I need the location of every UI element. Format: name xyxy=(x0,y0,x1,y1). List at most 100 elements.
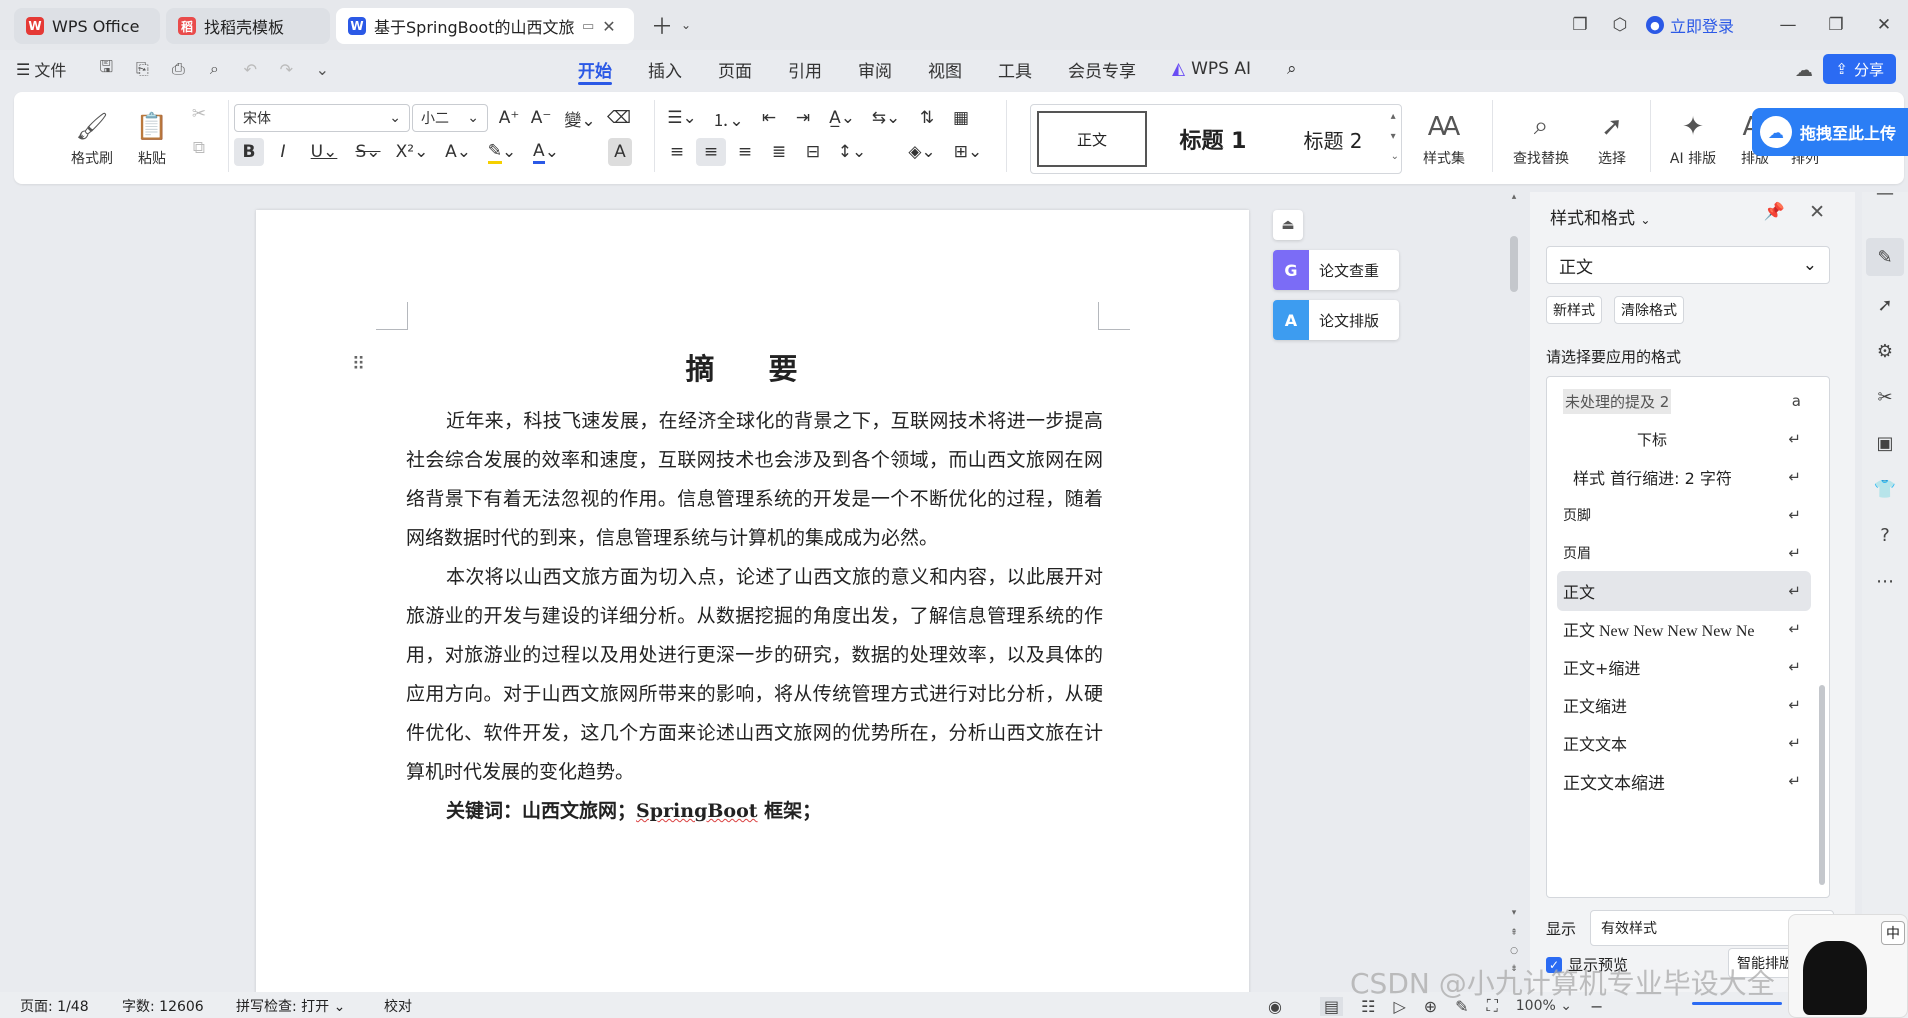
list-item[interactable]: 正文+缩进 ↵ xyxy=(1557,647,1811,687)
cube-icon[interactable]: ⬡ xyxy=(1600,5,1640,45)
close-window-icon[interactable]: ✕ xyxy=(1860,5,1908,45)
align-left-icon[interactable]: ≡ xyxy=(662,138,692,166)
tab-docer-templates[interactable]: 稻 找稻壳模板 xyxy=(166,8,330,44)
list-item[interactable]: 正文 ↵ xyxy=(1557,571,1811,611)
proofread-button[interactable]: 校对 xyxy=(384,996,412,1016)
shading-icon[interactable]: ◈⌄ xyxy=(902,138,942,166)
close-icon[interactable]: ✕ xyxy=(1809,201,1825,223)
prev-page-icon[interactable]: ⇞ xyxy=(1507,928,1521,938)
tab-tools[interactable]: 工具 xyxy=(980,50,1050,88)
italic-icon[interactable]: I xyxy=(268,138,298,166)
print-preview-icon[interactable]: ⌕ xyxy=(198,53,230,85)
list-item[interactable]: 页脚 ↵ xyxy=(1557,495,1811,535)
bullet-list-icon[interactable]: ☰⌄ xyxy=(662,104,702,132)
ime-cat-widget[interactable]: 中 xyxy=(1788,914,1908,1018)
hamburger-icon[interactable]: ☰ xyxy=(16,60,30,79)
list-item[interactable]: 正文文本 ↵ xyxy=(1557,723,1811,763)
style-heading-1[interactable]: 标题 1 xyxy=(1153,111,1273,167)
text-wrap-icon[interactable]: ⇆⌄ xyxy=(866,104,906,132)
panel-title[interactable]: 样式和格式 ⌄ xyxy=(1550,204,1650,229)
drag-upload-button[interactable]: ☁ 拖拽至此上传 xyxy=(1752,108,1908,156)
paper-check-button[interactable]: G 论文查重 xyxy=(1273,250,1399,290)
collapse-eject-icon[interactable]: ⏏ xyxy=(1273,210,1303,240)
justify-icon[interactable]: ≣ xyxy=(764,138,794,166)
new-style-button[interactable]: 新样式 xyxy=(1546,296,1602,324)
highlight-icon[interactable]: ✎ ⌄ xyxy=(482,138,522,166)
login-button[interactable]: ● 立即登录 xyxy=(1645,13,1734,37)
undo-icon[interactable]: ↶ xyxy=(234,53,266,85)
window-layout-icon[interactable]: ❐ xyxy=(1560,5,1600,45)
sort-icon[interactable]: ⇅ xyxy=(912,104,942,132)
close-tab-icon[interactable]: ✕ xyxy=(602,17,615,36)
copy-icon[interactable]: ⧉ xyxy=(184,134,214,162)
decrease-indent-icon[interactable]: ⇤ xyxy=(754,104,784,132)
export-icon[interactable]: ⎘ xyxy=(126,53,158,85)
list-item[interactable]: 样式 首行缩进: 2 字符 ↵ xyxy=(1557,457,1811,497)
image-edit-icon[interactable]: ▣ xyxy=(1866,424,1904,462)
select-browse-icon[interactable]: ○ xyxy=(1507,946,1521,956)
file-menu[interactable]: 文件 xyxy=(34,57,66,81)
tab-member[interactable]: 会员专享 xyxy=(1050,50,1154,88)
document-page[interactable]: ⠿ 摘 要 近年来，科技飞速发展，在经济全球化的背景之下，互联网技术将进一步提高… xyxy=(256,210,1249,1018)
select-cursor-icon[interactable]: ➚ xyxy=(1866,286,1904,324)
eye-protect-icon[interactable]: ◉ xyxy=(1268,997,1282,1016)
text-effect-icon[interactable]: A⌄ xyxy=(438,138,478,166)
scroll-up-icon[interactable]: ▴ xyxy=(1507,192,1521,202)
document-body[interactable]: 近年来，科技飞速发展，在经济全球化的背景之下，互联网技术将进一步提高社会综合发展… xyxy=(406,402,1103,831)
list-item[interactable]: 未处理的提及 2 a xyxy=(1557,381,1811,421)
format-painter-button[interactable]: 🖌 格式刷 xyxy=(64,98,120,174)
font-size-select[interactable]: 小二 ⌄ xyxy=(412,104,488,132)
maximize-icon[interactable]: ❐ xyxy=(1812,5,1860,45)
list-item[interactable]: 正文 New New New New Ne ↵ xyxy=(1557,609,1811,649)
share-button[interactable]: ⇪ 分享 xyxy=(1823,54,1896,84)
style-pen-icon[interactable]: ✎ xyxy=(1866,238,1904,276)
ai-layout-button[interactable]: ✦ AI 排版 xyxy=(1658,98,1728,174)
show-marks-icon[interactable]: ▦ xyxy=(946,104,976,132)
increase-font-icon[interactable]: A⁺ xyxy=(494,104,524,132)
list-item[interactable]: 正文缩进 ↵ xyxy=(1557,685,1811,725)
line-spacing-icon[interactable]: ↕⌄ xyxy=(832,138,872,166)
tab-insert[interactable]: 插入 xyxy=(630,50,700,88)
font-name-select[interactable]: 宋体 ⌄ xyxy=(234,104,410,132)
font-color-icon[interactable]: A ⌄ xyxy=(526,138,566,166)
tab-document[interactable]: W 基于SpringBoot的山西文旅网 ▭ ✕ xyxy=(336,8,634,44)
cut-icon[interactable]: ✂ xyxy=(184,100,214,128)
shirt-icon[interactable]: 👕 xyxy=(1866,470,1904,508)
style-heading-2[interactable]: 标题 2 xyxy=(1277,111,1389,167)
list-item[interactable]: 页眉 ↵ xyxy=(1557,533,1811,573)
ime-mode-indicator[interactable]: 中 xyxy=(1881,921,1905,945)
select-button[interactable]: ➚ 选择 xyxy=(1584,98,1640,174)
redo-icon[interactable]: ↷ xyxy=(270,53,302,85)
align-right-icon[interactable]: ≡ xyxy=(730,138,760,166)
list-item[interactable]: 正文文本缩进 ↵ xyxy=(1557,761,1811,801)
decrease-font-icon[interactable]: A⁻ xyxy=(526,104,556,132)
zoom-slider[interactable] xyxy=(1692,1002,1782,1005)
clear-format-button[interactable]: 清除格式 xyxy=(1614,296,1684,324)
style-set-button[interactable]: Ꜳ 样式集 xyxy=(1412,98,1476,174)
cloud-upload-icon[interactable]: ☁ xyxy=(1790,56,1818,84)
spell-check-toggle[interactable]: 拼写检查: 打开 ⌄ xyxy=(236,996,345,1016)
minimize-icon[interactable]: — xyxy=(1764,5,1812,45)
tab-page[interactable]: 页面 xyxy=(700,50,770,88)
style-normal[interactable]: 正文 xyxy=(1037,111,1147,167)
clear-format-eraser-icon[interactable]: ⌫ xyxy=(604,104,634,132)
borders-icon[interactable]: ⊞⌄ xyxy=(948,138,988,166)
increase-indent-icon[interactable]: ⇥ xyxy=(788,104,818,132)
document-scrollbar[interactable]: ▴ ▾ ⇞ ○ ⇟ xyxy=(1507,192,1521,980)
bold-icon[interactable]: B xyxy=(234,138,264,166)
tab-wps-office[interactable]: W WPS Office xyxy=(14,8,160,44)
phonetic-guide-icon[interactable]: 變⌄ xyxy=(560,104,600,132)
sliders-icon[interactable]: ⚙ xyxy=(1866,332,1904,370)
align-center-icon[interactable]: ≡ xyxy=(696,138,726,166)
page-view-icon[interactable]: ▤ xyxy=(1319,996,1344,1016)
strikethrough-icon[interactable]: S⌄ xyxy=(348,138,388,166)
tab-list-chevron-icon[interactable]: ⌄ xyxy=(666,5,706,45)
tab-wps-ai[interactable]: ◭ WPS AI xyxy=(1154,50,1269,88)
paste-button[interactable]: 📋 粘贴 xyxy=(124,98,180,174)
tab-start[interactable]: 开始 xyxy=(560,50,630,88)
help-icon[interactable]: ? xyxy=(1866,516,1904,554)
paper-layout-button[interactable]: A 论文排版 xyxy=(1273,300,1399,340)
current-style-select[interactable]: 正文 ⌄ xyxy=(1546,246,1830,284)
style-list-scrollbar[interactable] xyxy=(1819,685,1825,885)
tab-view[interactable]: 视图 xyxy=(910,50,980,88)
